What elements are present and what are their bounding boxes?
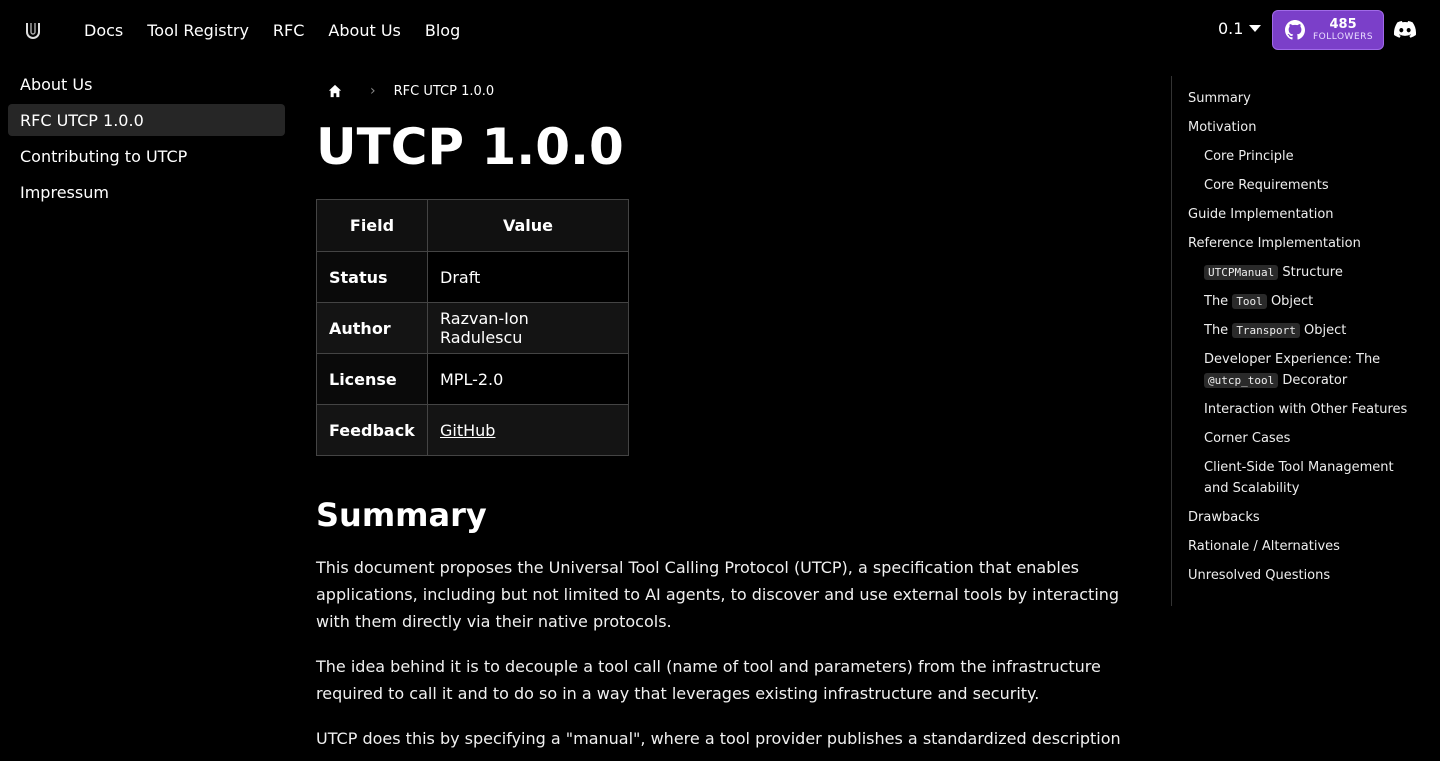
table-row: License MPL-2.0 bbox=[316, 353, 629, 405]
toc-core-principle[interactable]: Core Principle bbox=[1188, 146, 1421, 167]
toc-client-side[interactable]: Client-Side Tool Management and Scalabil… bbox=[1188, 457, 1421, 499]
toc-core-requirements[interactable]: Core Requirements bbox=[1188, 175, 1421, 196]
table-header-field: Field bbox=[316, 199, 428, 252]
github-feedback-link[interactable]: GitHub bbox=[440, 421, 495, 440]
nav-tool-registry-link[interactable]: Tool Registry bbox=[147, 21, 249, 40]
toc-corner-cases[interactable]: Corner Cases bbox=[1188, 428, 1421, 449]
table-header-value: Value bbox=[427, 199, 629, 252]
table-row: Status Draft bbox=[316, 251, 629, 303]
home-icon[interactable] bbox=[328, 84, 342, 98]
github-icon bbox=[1285, 20, 1305, 40]
sidebar-item-rfc-utcp[interactable]: RFC UTCP 1.0.0 bbox=[8, 104, 285, 136]
table-header-row: Field Value bbox=[316, 199, 629, 252]
toc-summary[interactable]: Summary bbox=[1188, 88, 1421, 109]
nav-docs-link[interactable]: Docs bbox=[84, 21, 123, 40]
table-cell-key: Author bbox=[316, 302, 428, 354]
table-row: Author Razvan-Ion Radulescu bbox=[316, 302, 629, 354]
table-cell-key: License bbox=[316, 353, 428, 405]
toc-interaction[interactable]: Interaction with Other Features bbox=[1188, 399, 1421, 420]
github-followers-button[interactable]: 485 FOLLOWERS bbox=[1272, 10, 1384, 50]
table-cell-key: Status bbox=[316, 251, 428, 303]
toc-developer-experience[interactable]: Developer Experience: The @utcp_tool Dec… bbox=[1188, 349, 1421, 391]
table-cell-value: GitHub bbox=[427, 404, 629, 456]
toc-text: The bbox=[1204, 323, 1233, 338]
table-cell-key: Feedback bbox=[316, 404, 428, 456]
toc-rationale[interactable]: Rationale / Alternatives bbox=[1188, 536, 1421, 557]
github-followers-count: 485 bbox=[1329, 17, 1357, 32]
toc-text: Object bbox=[1299, 323, 1347, 338]
toc-unresolved[interactable]: Unresolved Questions bbox=[1188, 565, 1421, 586]
table-of-contents: Summary Motivation Core Principle Core R… bbox=[1171, 76, 1421, 606]
discord-icon[interactable] bbox=[1394, 20, 1416, 40]
toc-motivation[interactable]: Motivation bbox=[1188, 117, 1421, 138]
toc-drawbacks[interactable]: Drawbacks bbox=[1188, 507, 1421, 528]
sidebar-item-about-us[interactable]: About Us bbox=[8, 68, 285, 100]
sidebar-item-impressum[interactable]: Impressum bbox=[8, 176, 285, 208]
summary-paragraph: This document proposes the Universal Too… bbox=[316, 558, 1120, 631]
table-cell-value: MPL-2.0 bbox=[427, 353, 629, 405]
toc-text: Developer Experience: The bbox=[1204, 352, 1381, 367]
page-title: UTCP 1.0.0 bbox=[316, 118, 624, 176]
breadcrumb-current: RFC UTCP 1.0.0 bbox=[393, 83, 495, 99]
toc-utcpmanual-structure[interactable]: UTCPManual Structure bbox=[1188, 262, 1421, 283]
toc-reference-implementation[interactable]: Reference Implementation bbox=[1188, 233, 1421, 254]
utcp-logo-icon[interactable] bbox=[22, 19, 44, 41]
nav-links: Docs Tool Registry RFC About Us Blog bbox=[84, 0, 460, 60]
table-cell-value: Razvan-Ion Radulescu bbox=[427, 302, 629, 354]
summary-paragraph: The idea behind it is to decouple a tool… bbox=[316, 657, 1101, 703]
rfc-metadata-table: Field Value Status Draft Author Razvan-I… bbox=[316, 199, 629, 456]
nav-blog-link[interactable]: Blog bbox=[425, 21, 460, 40]
chevron-right-icon: › bbox=[370, 83, 376, 99]
main-content: › RFC UTCP 1.0.0 UTCP 1.0.0 Field Value … bbox=[316, 76, 1136, 752]
toc-code: @utcp_tool bbox=[1204, 373, 1279, 388]
left-sidebar: About Us RFC UTCP 1.0.0 Contributing to … bbox=[8, 68, 285, 212]
toc-text: Structure bbox=[1278, 265, 1343, 280]
toc-transport-object[interactable]: The Transport Object bbox=[1188, 320, 1421, 341]
github-followers-label: FOLLOWERS bbox=[1313, 32, 1374, 42]
toc-text: The bbox=[1204, 294, 1233, 309]
toc-code: Tool bbox=[1232, 294, 1267, 309]
nav-rfc-link[interactable]: RFC bbox=[273, 21, 305, 40]
summary-heading: Summary bbox=[316, 496, 487, 534]
toc-guide-implementation[interactable]: Guide Implementation bbox=[1188, 204, 1421, 225]
breadcrumb: › RFC UTCP 1.0.0 bbox=[316, 76, 1136, 106]
version-dropdown[interactable]: 0.1 bbox=[1218, 19, 1262, 38]
sidebar-item-contributing[interactable]: Contributing to UTCP bbox=[8, 140, 285, 172]
toc-text: Decorator bbox=[1278, 373, 1348, 388]
table-cell-value: Draft bbox=[427, 251, 629, 303]
toc-code: Transport bbox=[1232, 323, 1300, 338]
toc-code: UTCPManual bbox=[1204, 265, 1279, 280]
toc-text: Object bbox=[1266, 294, 1314, 309]
summary-paragraph: UTCP does this by specifying a "manual",… bbox=[316, 729, 1121, 748]
toc-tool-object[interactable]: The Tool Object bbox=[1188, 291, 1421, 312]
version-label: 0.1 bbox=[1218, 19, 1244, 38]
top-navbar: Docs Tool Registry RFC About Us Blog 0.1… bbox=[0, 0, 1440, 60]
table-row: Feedback GitHub bbox=[316, 404, 629, 456]
nav-about-us-link[interactable]: About Us bbox=[328, 21, 400, 40]
github-stack: 485 FOLLOWERS bbox=[1313, 18, 1373, 42]
chevron-down-icon bbox=[1249, 25, 1262, 32]
